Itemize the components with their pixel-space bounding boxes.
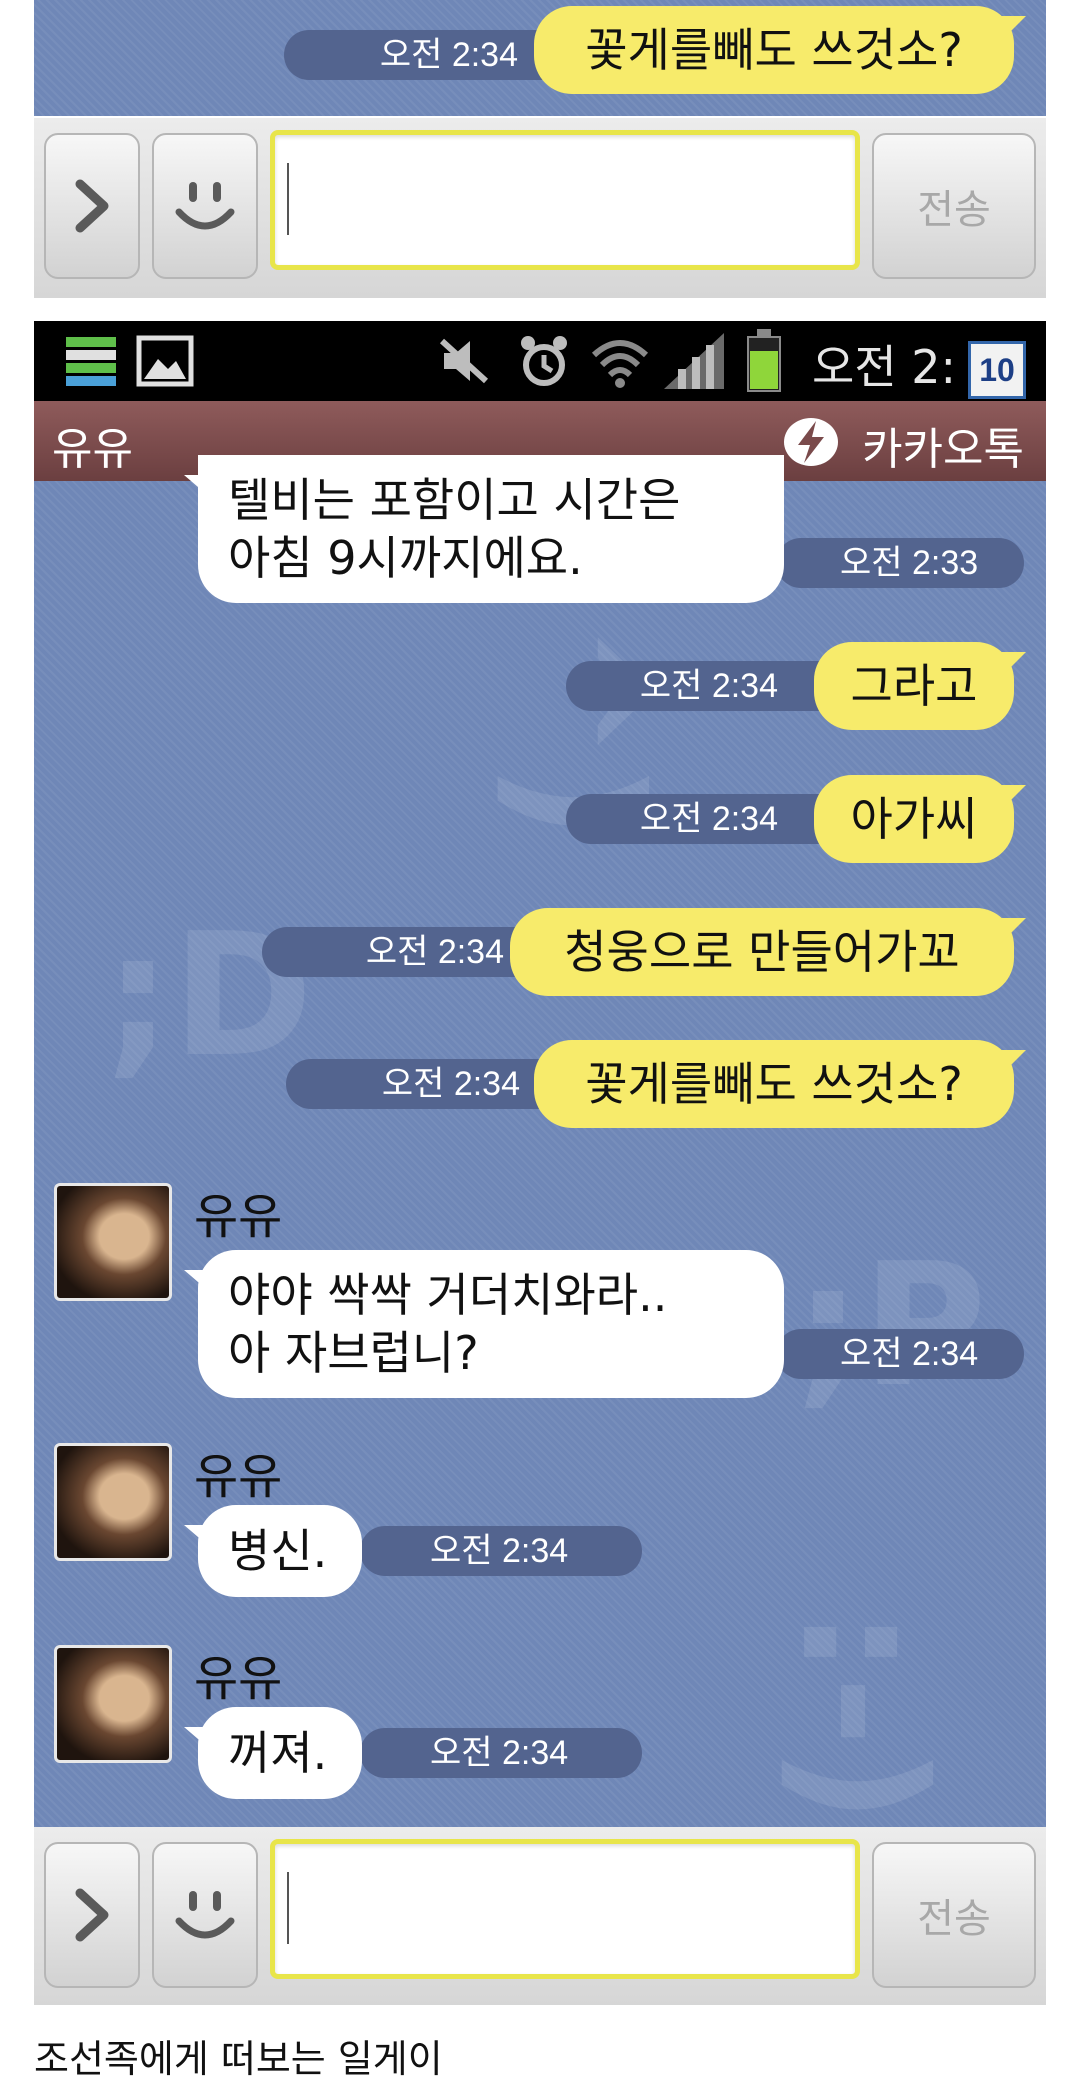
emoticon-button[interactable] [152, 133, 258, 279]
list-icon [66, 337, 116, 386]
page-badge: 10 [968, 341, 1026, 399]
message-timestamp: 오전 2:34 [566, 661, 846, 711]
mute-icon [439, 338, 489, 384]
background-emoticon: ;P [794, 1227, 987, 1425]
image-icon [136, 335, 194, 387]
more-options-button[interactable] [44, 1842, 140, 1988]
outgoing-message-bubble[interactable]: 아가씨 [814, 775, 1026, 863]
text-cursor [287, 1872, 289, 1944]
message-text-line: 아 자브럽니? [228, 1326, 479, 1380]
text-cursor [287, 163, 289, 235]
incoming-message-bubble[interactable]: 야야 싹싹 거더치와라.. 아 자브럽니? [184, 1250, 784, 1398]
send-button[interactable]: 전송 [872, 133, 1036, 279]
chevron-right-icon [75, 1888, 109, 1942]
message-input[interactable] [270, 130, 860, 270]
outgoing-message-bubble[interactable]: 꽃게를빼도 쓰것소? [534, 1040, 1026, 1128]
incoming-message-bubble[interactable]: 텔비는 포함이고 시간은 아침 9시까지에요. [184, 455, 784, 603]
message-text-line: 텔비는 포함이고 시간은 [228, 473, 681, 527]
message-timestamp: 오전 2:33 [776, 538, 1024, 588]
message-text-line: 아침 9시까지에요. [228, 531, 583, 585]
outgoing-message-bubble[interactable]: 청웅으로 만들어가꼬 [510, 908, 1026, 996]
message-timestamp: 오전 2:34 [360, 1526, 642, 1576]
contact-avatar[interactable] [54, 1443, 172, 1561]
post-caption: 조선족에게 떠보는 일게이 [34, 2037, 443, 2081]
message-text-line: 야야 싹싹 거더치와라.. [228, 1268, 668, 1322]
sender-name: 유유 [194, 1189, 283, 1245]
incoming-message-bubble[interactable]: 꺼져. [184, 1707, 362, 1799]
previous-screenshot-fragment: 오전 2:34 꽃게를빼도 쓰것소? 전송 [34, 0, 1046, 298]
more-options-button[interactable] [44, 133, 140, 279]
message-timestamp: 오전 2:34 [566, 794, 846, 844]
outgoing-message-bubble[interactable]: 꽃게를빼도 쓰것소? [534, 6, 1026, 94]
chevron-right-icon [75, 179, 109, 233]
chat-message-area[interactable]: ;^) ;D ;P :-) 오전 2:33 텔비는 포함이고 시간은 아침 9시… [34, 455, 1046, 1827]
wifi-icon [591, 340, 649, 388]
chat-background: 오전 2:34 꽃게를빼도 쓰것소? [34, 0, 1046, 116]
outgoing-message-bubble[interactable]: 그라고 [814, 642, 1026, 730]
smiley-icon [175, 182, 235, 230]
contact-avatar[interactable] [54, 1645, 172, 1763]
message-timestamp: 오전 2:34 [360, 1728, 642, 1778]
message-input[interactable] [270, 1839, 860, 1979]
status-clock: 오전 2: [812, 340, 957, 394]
signal-icon [664, 333, 724, 389]
battery-icon [747, 329, 781, 392]
status-bar: 오전 2: 10 [34, 321, 1046, 401]
message-timestamp: 오전 2:34 [776, 1329, 1024, 1379]
send-button[interactable]: 전송 [872, 1842, 1036, 1988]
emoticon-button[interactable] [152, 1842, 258, 1988]
app-name: 카카오톡 [862, 424, 1024, 475]
contact-name: 유유 [52, 424, 133, 475]
alarm-icon [521, 336, 567, 386]
kakaotalk-logo-icon [784, 418, 838, 466]
smiley-icon [175, 1891, 235, 1939]
chat-screenshot: 오전 2: 10 유유 카카오톡 ;^) ;D ;P :-) 오전 2:33 텔… [34, 321, 1046, 2005]
sender-name: 유유 [194, 1651, 283, 1707]
message-input-panel: 전송 [34, 118, 1046, 298]
contact-avatar[interactable] [54, 1183, 172, 1301]
message-input-panel: 전송 [34, 1827, 1046, 2005]
sender-name: 유유 [194, 1449, 283, 1505]
background-emoticon: :-) [763, 1607, 962, 1825]
incoming-message-bubble[interactable]: 병신. [184, 1505, 362, 1597]
